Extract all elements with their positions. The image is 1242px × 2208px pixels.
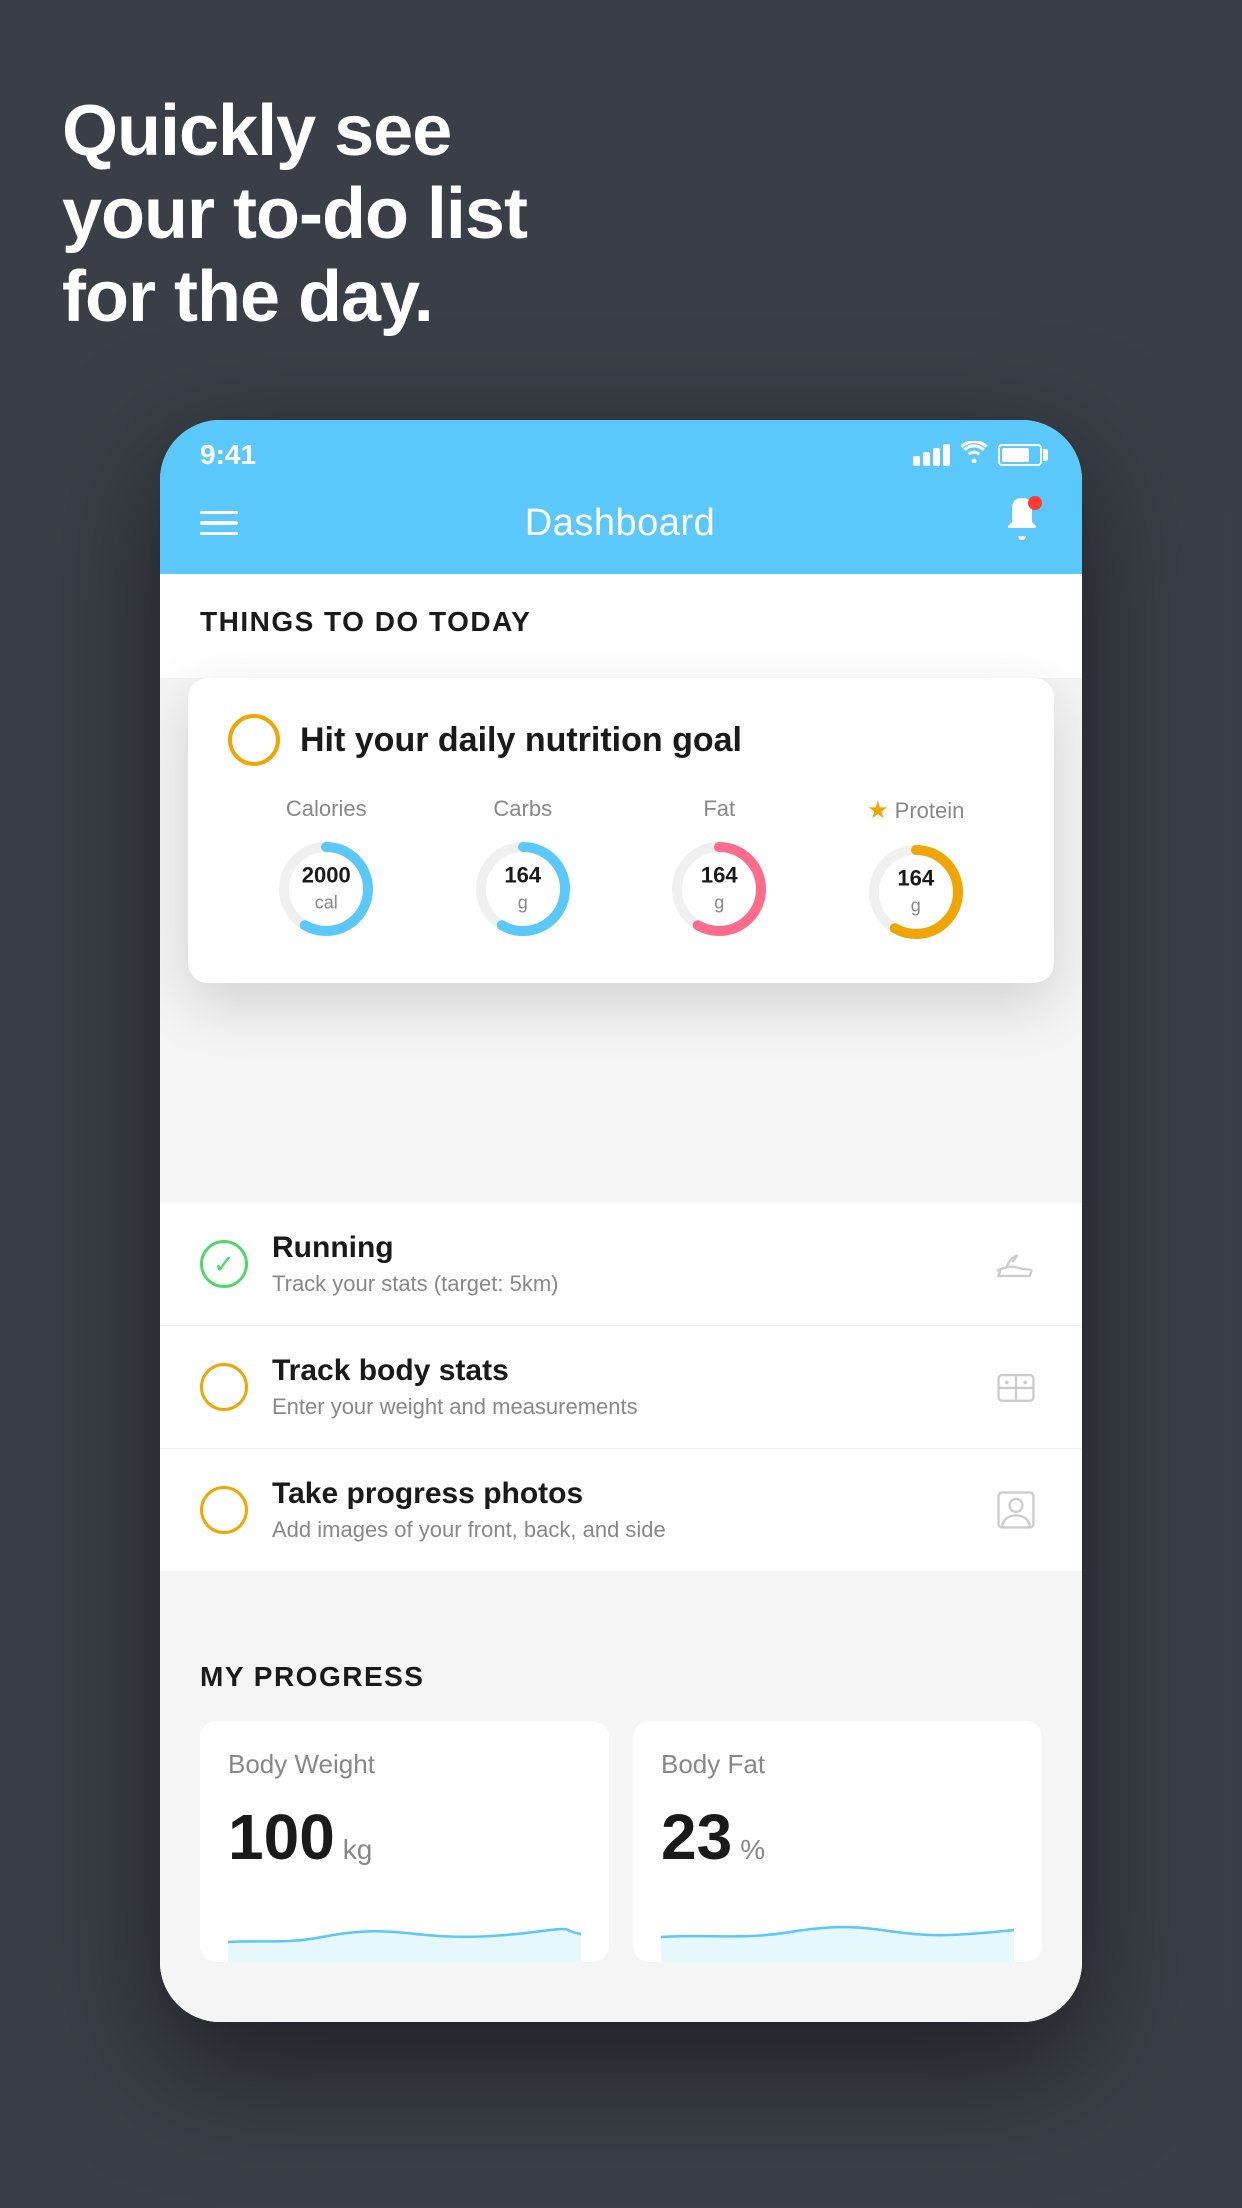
things-title: THINGS TO DO TODAY <box>200 606 1042 638</box>
calories-donut: 2000cal <box>271 834 381 944</box>
battery-icon <box>998 444 1042 466</box>
body-fat-unit: % <box>740 1834 765 1866</box>
fat-label: Fat <box>703 796 735 822</box>
body-weight-number: 100 <box>228 1800 335 1874</box>
portrait-icon <box>990 1484 1042 1536</box>
hamburger-menu-button[interactable] <box>200 511 238 536</box>
protein-donut: 164g <box>861 837 971 947</box>
nav-title: Dashboard <box>525 502 715 545</box>
body-stats-content: Track body stats Enter your weight and m… <box>272 1354 966 1420</box>
body-weight-unit: kg <box>343 1834 373 1866</box>
photos-subtitle: Add images of your front, back, and side <box>272 1517 966 1543</box>
progress-section: MY PROGRESS Body Weight 100 kg <box>160 1621 1082 1962</box>
body-weight-value: 100 kg <box>228 1800 581 1874</box>
headline-line3: for the day. <box>62 256 527 339</box>
nutrition-goal-title: Hit your daily nutrition goal <box>300 721 742 760</box>
body-fat-card[interactable]: Body Fat 23 % <box>633 1721 1042 1962</box>
star-icon: ★ <box>867 796 889 825</box>
nutrition-calories: Calories 2000cal <box>271 796 381 944</box>
nutrition-card: Hit your daily nutrition goal Calories <box>188 678 1054 983</box>
body-fat-number: 23 <box>661 1800 732 1874</box>
status-bar: 9:41 <box>160 420 1082 480</box>
running-content: Running Track your stats (target: 5km) <box>272 1231 966 1297</box>
card-header: Hit your daily nutrition goal <box>228 714 1014 766</box>
body-weight-chart <box>228 1902 581 1962</box>
notification-badge <box>1028 496 1042 510</box>
carbs-label: Carbs <box>493 796 552 822</box>
body-weight-card[interactable]: Body Weight 100 kg <box>200 1721 609 1962</box>
nutrition-protein: ★ Protein 164g <box>861 796 971 947</box>
fat-donut: 164g <box>664 834 774 944</box>
nutrition-goal-circle[interactable] <box>228 714 280 766</box>
todo-item-body-stats[interactable]: Track body stats Enter your weight and m… <box>160 1326 1082 1449</box>
body-fat-card-title: Body Fat <box>661 1749 1014 1780</box>
bell-icon <box>1002 505 1042 549</box>
body-weight-card-title: Body Weight <box>228 1749 581 1780</box>
headline-line2: your to-do list <box>62 173 527 256</box>
protein-label: ★ Protein <box>867 796 964 825</box>
running-circle: ✓ <box>200 1240 248 1288</box>
headline: Quickly see your to-do list for the day. <box>62 90 527 338</box>
todo-list: ✓ Running Track your stats (target: 5km) <box>160 1203 1082 1571</box>
todo-item-photos[interactable]: Take progress photos Add images of your … <box>160 1449 1082 1571</box>
signal-icon <box>913 444 950 466</box>
scale-icon <box>990 1361 1042 1413</box>
nutrition-row: Calories 2000cal Carbs <box>228 796 1014 947</box>
body-stats-title: Track body stats <box>272 1354 966 1388</box>
shoe-icon <box>990 1238 1042 1290</box>
status-time: 9:41 <box>200 439 256 471</box>
running-subtitle: Track your stats (target: 5km) <box>272 1271 966 1297</box>
progress-cards: Body Weight 100 kg Body Fat <box>200 1721 1042 1962</box>
todo-item-running[interactable]: ✓ Running Track your stats (target: 5km) <box>160 1203 1082 1326</box>
running-title: Running <box>272 1231 966 1265</box>
wifi-icon <box>960 441 988 470</box>
nutrition-carbs: Carbs 164g <box>468 796 578 944</box>
headline-line1: Quickly see <box>62 90 527 173</box>
photos-title: Take progress photos <box>272 1477 966 1511</box>
progress-title: MY PROGRESS <box>200 1661 1042 1693</box>
photos-circle <box>200 1486 248 1534</box>
photos-content: Take progress photos Add images of your … <box>272 1477 966 1543</box>
nav-bar: Dashboard <box>160 480 1082 574</box>
things-header: THINGS TO DO TODAY <box>160 574 1082 662</box>
body-fat-chart <box>661 1902 1014 1962</box>
carbs-donut: 164g <box>468 834 578 944</box>
calories-label: Calories <box>286 796 367 822</box>
content-area: THINGS TO DO TODAY Hit your daily nutrit… <box>160 574 1082 2022</box>
phone-mockup: 9:41 Dashboard <box>160 420 1082 2022</box>
status-icons <box>913 441 1042 470</box>
body-stats-circle <box>200 1363 248 1411</box>
body-stats-subtitle: Enter your weight and measurements <box>272 1394 966 1420</box>
nutrition-fat: Fat 164g <box>664 796 774 944</box>
notification-button[interactable] <box>1002 496 1042 550</box>
body-fat-value: 23 % <box>661 1800 1014 1874</box>
